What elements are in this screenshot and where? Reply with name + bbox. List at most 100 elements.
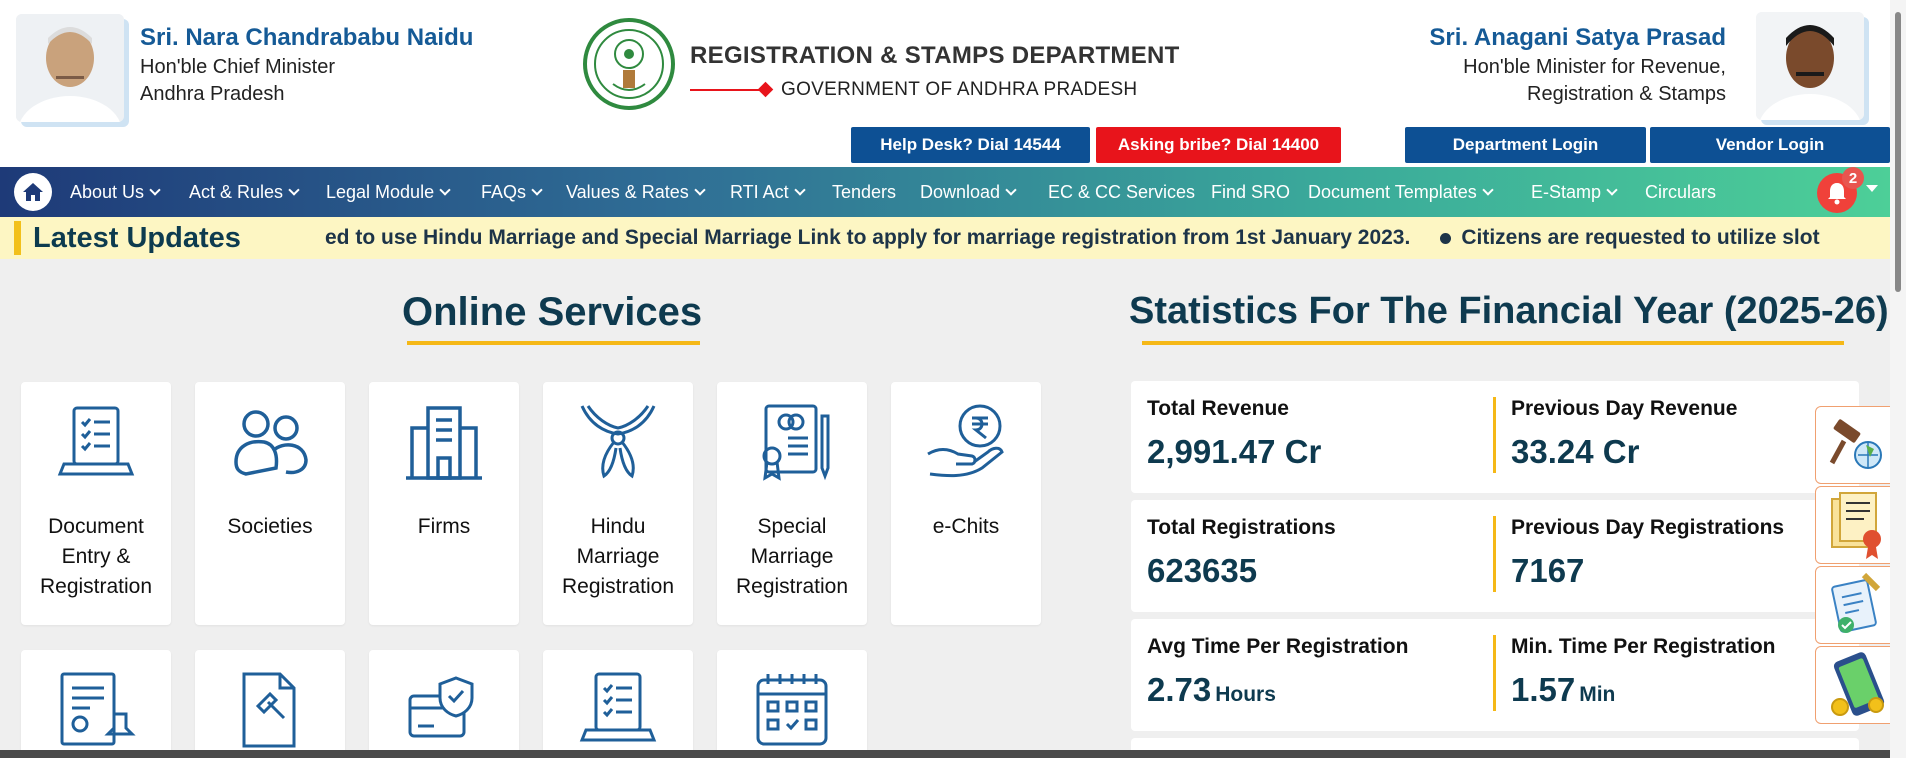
service-card-e-chits[interactable]: e-Chits [891, 382, 1041, 625]
legal-document-icon [230, 670, 310, 750]
service-card-special-marriage[interactable]: Special Marriage Registration [717, 382, 867, 625]
nav-circulars[interactable]: Circulars [1645, 167, 1716, 217]
nav-find-sro-label: Find SRO [1211, 181, 1291, 202]
stat-value: 2.73 Hours [1147, 671, 1276, 709]
chevron-down-icon [1606, 183, 1618, 196]
nav-e-stamp-label: E-Stamp [1531, 181, 1602, 202]
service-card-row2-3[interactable] [369, 650, 519, 758]
bullet-icon [1440, 232, 1452, 244]
document-laptop-icon [56, 402, 136, 482]
nav-values-rates[interactable]: Values & Rates [566, 167, 706, 217]
nav-tenders-label: Tenders [832, 181, 897, 202]
nav-ec-cc-services[interactable]: EC & CC Services [1048, 167, 1195, 217]
minister-photo [1756, 12, 1864, 120]
vendor-login-button[interactable]: Vendor Login [1650, 127, 1890, 163]
department-login-button[interactable]: Department Login [1405, 127, 1646, 163]
stat-label: Total Revenue [1147, 397, 1289, 420]
nav-e-stamp[interactable]: E-Stamp [1531, 167, 1618, 217]
nav-legal-module[interactable]: Legal Module [326, 167, 451, 217]
label-line: Registration [561, 575, 675, 598]
nav-rti-act[interactable]: RTI Act [730, 167, 806, 217]
service-card-label: Special Marriage Registration [717, 512, 867, 602]
nav-rti-act-label: RTI Act [730, 181, 789, 202]
minister-portfolio: Registration & Stamps [1527, 83, 1726, 105]
garland-icon [578, 402, 658, 482]
stat-number: 2.73 [1147, 671, 1212, 708]
stat-unit: Hours [1215, 683, 1276, 706]
cm-photo [16, 14, 124, 122]
ticker-item[interactable]: Citizens are requested to utilize slot [1461, 226, 1819, 250]
government-title: GOVERNMENT OF ANDHRA PRADESH [781, 79, 1138, 100]
department-title: REGISTRATION & STAMPS DEPARTMENT [690, 42, 1180, 69]
nav-faqs[interactable]: FAQs [481, 167, 543, 217]
stat-card-revenue: Total Revenue 2,991.47 Cr Previous Day R… [1131, 381, 1859, 493]
cm-name: Sri. Nara Chandrababu Naidu [140, 24, 474, 51]
side-tool-approval[interactable] [1815, 566, 1895, 644]
service-card-hindu-marriage[interactable]: Hindu Marriage Registration [543, 382, 693, 625]
chevron-down-icon [531, 183, 543, 196]
scrollbar-thumb[interactable] [1895, 12, 1901, 292]
mobile-payment-icon [1831, 652, 1885, 716]
cm-state: Andhra Pradesh [140, 83, 285, 105]
stat-card-registrations: Total Registrations 623635 Previous Day … [1131, 500, 1859, 612]
stat-number: 1.57 [1511, 671, 1576, 708]
label-line: e-Chits [932, 515, 1000, 538]
chevron-down-icon [439, 183, 451, 196]
chevron-down-icon [149, 183, 161, 196]
service-card-row2-1[interactable] [21, 650, 171, 758]
site-header: Sri. Nara Chandrababu Naidu Hon'ble Chie… [0, 0, 1890, 167]
service-card-societies[interactable]: Societies [195, 382, 345, 625]
nav-find-sro[interactable]: Find SRO [1211, 167, 1290, 217]
nav-circulars-label: Circulars [1645, 181, 1717, 202]
notification-dropdown-icon[interactable] [1866, 185, 1878, 192]
side-tool-auction[interactable] [1815, 406, 1895, 484]
service-card-label: e-Chits [891, 512, 1041, 542]
stat-value: 623635 [1147, 552, 1258, 589]
nav-act-rules[interactable]: Act & Rules [189, 167, 300, 217]
stat-label: Previous Day Revenue [1511, 397, 1738, 420]
stat-label: Avg Time Per Registration [1147, 635, 1409, 658]
service-card-row2-2[interactable] [195, 650, 345, 758]
stamp-document-icon [56, 670, 136, 750]
minister-name: Sri. Anagani Satya Prasad [1429, 24, 1726, 51]
nav-about-us[interactable]: About Us [70, 167, 161, 217]
approved-document-icon [1831, 572, 1881, 633]
service-card-document-entry[interactable]: Document Entry & Registration [21, 382, 171, 625]
updates-accent-bar [14, 221, 21, 255]
title-divider-diamond [757, 81, 774, 98]
nav-legal-module-label: Legal Module [326, 181, 435, 202]
home-icon[interactable] [14, 173, 52, 211]
chevron-down-icon [694, 183, 706, 196]
service-card-row2-5[interactable] [717, 650, 867, 758]
gavel-globe-icon [1829, 419, 1882, 469]
ticker-item[interactable]: ed to use Hindu Marriage and Special Mar… [325, 226, 1410, 250]
nav-document-templates[interactable]: Document Templates [1308, 167, 1494, 217]
nav-download[interactable]: Download [920, 167, 1017, 217]
online-services-title: Online Services [402, 290, 703, 334]
stat-label: Min. Time Per Registration [1511, 635, 1776, 658]
label-line: Special [757, 515, 827, 538]
updates-ticker[interactable]: ed to use Hindu Marriage and Special Mar… [325, 217, 1873, 259]
bribe-complaint-button[interactable]: Asking bribe? Dial 14400 [1096, 127, 1341, 163]
label-line: Marriage [576, 545, 660, 568]
service-card-row2-4[interactable] [543, 650, 693, 758]
chevron-down-icon [1005, 183, 1017, 196]
helpdesk-button[interactable]: Help Desk? Dial 14544 [851, 127, 1090, 163]
label-line: Marriage [750, 545, 834, 568]
label-line: Registration [735, 575, 849, 598]
notification-count-badge: 2 [1842, 167, 1864, 189]
statistics-title: Statistics For The Financial Year (2025-… [1129, 290, 1889, 332]
stat-divider [1493, 516, 1496, 592]
service-card-firms[interactable]: Firms [369, 382, 519, 625]
side-tool-certificate[interactable] [1815, 486, 1895, 564]
nav-tenders[interactable]: Tenders [832, 167, 896, 217]
chevron-down-icon [794, 183, 806, 196]
nav-act-rules-label: Act & Rules [189, 181, 284, 202]
ap-emblem-logo[interactable] [583, 16, 675, 114]
label-line: Firms [417, 515, 471, 538]
rupee-hand-icon [926, 402, 1006, 482]
latest-updates-title: Latest Updates [33, 221, 241, 254]
chevron-down-icon [1482, 183, 1494, 196]
minister-title: Hon'ble Minister for Revenue, [1463, 56, 1726, 78]
side-tool-payment[interactable] [1815, 646, 1895, 724]
